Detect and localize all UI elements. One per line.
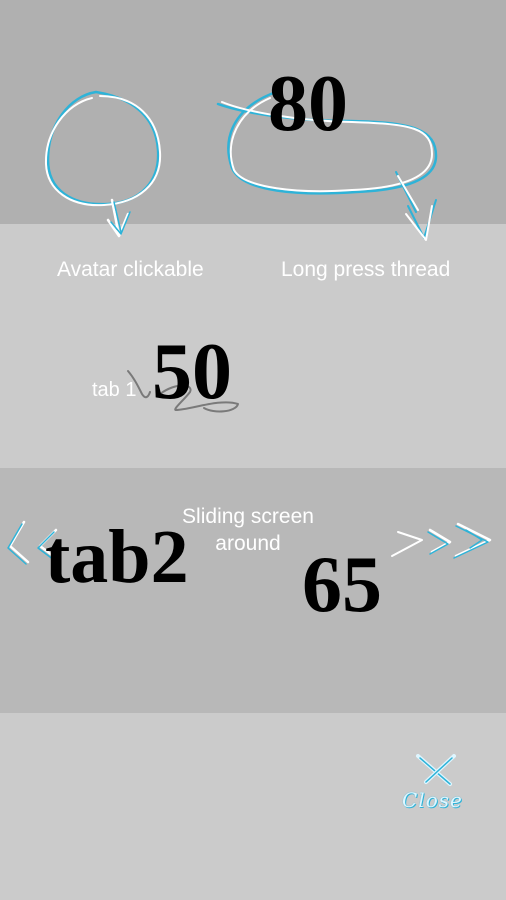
avatar-circle-gesture-icon[interactable] (44, 90, 162, 238)
sliding-value: 65 (302, 541, 382, 629)
long-press-thread-label: Long press thread (281, 258, 451, 281)
close-label: Close (402, 788, 463, 812)
top-value: 80 (268, 60, 348, 148)
close-x-icon (416, 754, 456, 786)
tab2-label[interactable]: tab2 (45, 519, 189, 595)
gestures-value: 50 (152, 328, 232, 416)
avatar-clickable-label: Avatar clickable (57, 258, 204, 281)
swipe-right-chevrons-icon[interactable] (391, 522, 492, 559)
close-button[interactable]: Close (398, 750, 470, 816)
tab1-label[interactable]: tab 1 (92, 378, 136, 402)
